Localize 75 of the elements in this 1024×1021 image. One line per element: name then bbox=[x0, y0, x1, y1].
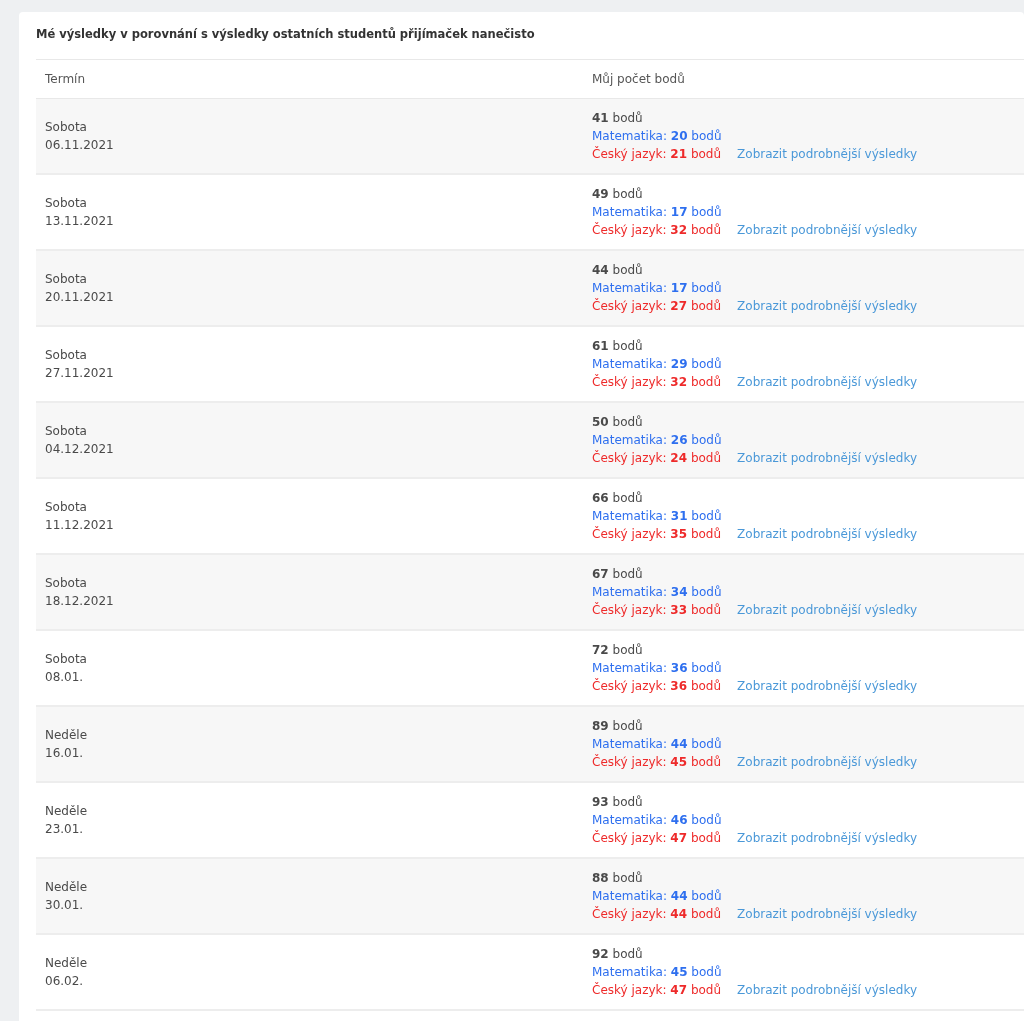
date-label: 13.11.2021 bbox=[45, 213, 115, 231]
details-link[interactable]: Zobrazit podrobnější výsledky bbox=[737, 449, 918, 468]
math-score: Matematika: 20 bodů bbox=[592, 128, 723, 146]
czech-score: Český jazyk: 45 bodů bbox=[592, 753, 722, 772]
math-score: Matematika: 44 bodů bbox=[592, 888, 723, 906]
math-score: Matematika: 17 bodů bbox=[592, 280, 723, 298]
day-label: Sobota bbox=[45, 651, 88, 669]
day-label: Sobota bbox=[45, 195, 88, 213]
date-label: 27.11.2021 bbox=[45, 365, 115, 383]
date-label: 08.01. bbox=[45, 669, 85, 687]
details-link[interactable]: Zobrazit podrobnější výsledky bbox=[737, 905, 918, 924]
day-label: Sobota bbox=[45, 499, 88, 517]
czech-score: Český jazyk: 32 bodů bbox=[592, 221, 722, 240]
czech-score: Český jazyk: 35 bodů bbox=[592, 525, 722, 544]
day-label: Sobota bbox=[45, 423, 88, 441]
day-label: Sobota bbox=[45, 119, 88, 137]
date-label: 11.12.2021 bbox=[45, 517, 115, 535]
math-score: Matematika: 45 bodů bbox=[592, 964, 723, 982]
date-label: 06.11.2021 bbox=[45, 137, 115, 155]
details-link[interactable]: Zobrazit podrobnější výsledky bbox=[737, 677, 918, 696]
total-points: 93 bodů bbox=[592, 794, 644, 812]
math-score: Matematika: 46 bodů bbox=[592, 812, 723, 830]
details-link[interactable]: Zobrazit podrobnější výsledky bbox=[737, 145, 918, 164]
card-title: Mé výsledky v porovnání s výsledky ostatních studentů přijímaček nanečisto bbox=[36, 26, 536, 43]
total-points: 41 bodů bbox=[592, 110, 644, 128]
day-label: Sobota bbox=[45, 271, 88, 289]
details-link[interactable]: Zobrazit podrobnější výsledky bbox=[737, 373, 918, 392]
total-points: 89 bodů bbox=[592, 718, 644, 736]
math-score: Matematika: 36 bodů bbox=[592, 660, 723, 678]
date-label: 04.12.2021 bbox=[45, 441, 115, 459]
math-score: Matematika: 17 bodů bbox=[592, 204, 723, 222]
total-points: 61 bodů bbox=[592, 338, 644, 356]
czech-score: Český jazyk: 44 bodů bbox=[592, 905, 722, 924]
total-points: 72 bodů bbox=[592, 642, 644, 660]
total-points: 50 bodů bbox=[592, 414, 644, 432]
date-label: 06.02. bbox=[45, 973, 85, 991]
total-points: 66 bodů bbox=[592, 490, 644, 508]
day-label: Sobota bbox=[45, 575, 88, 593]
czech-score: Český jazyk: 47 bodů bbox=[592, 829, 722, 848]
details-link[interactable]: Zobrazit podrobnější výsledky bbox=[737, 753, 918, 772]
total-points: 44 bodů bbox=[592, 262, 644, 280]
czech-score: Český jazyk: 33 bodů bbox=[592, 601, 722, 620]
date-label: 20.11.2021 bbox=[45, 289, 115, 307]
czech-score: Český jazyk: 32 bodů bbox=[592, 373, 722, 392]
math-score: Matematika: 29 bodů bbox=[592, 356, 723, 374]
total-points: 67 bodů bbox=[592, 566, 644, 584]
date-label: 16.01. bbox=[45, 745, 85, 763]
details-link[interactable]: Zobrazit podrobnější výsledky bbox=[737, 601, 918, 620]
math-score: Matematika: 31 bodů bbox=[592, 508, 723, 526]
day-label: Neděle bbox=[45, 879, 89, 897]
details-link[interactable]: Zobrazit podrobnější výsledky bbox=[737, 221, 918, 240]
total-points: 49 bodů bbox=[592, 186, 644, 204]
date-label: 30.01. bbox=[45, 897, 85, 915]
day-label: Neděle bbox=[45, 727, 89, 745]
day-label: Neděle bbox=[45, 955, 89, 973]
date-label: 18.12.2021 bbox=[45, 593, 115, 611]
day-label: Neděle bbox=[45, 803, 89, 821]
column-header: Můj počet bodů bbox=[583, 59, 1024, 99]
details-link[interactable]: Zobrazit podrobnější výsledky bbox=[737, 981, 918, 1000]
czech-score: Český jazyk: 24 bodů bbox=[592, 449, 722, 468]
details-link[interactable]: Zobrazit podrobnější výsledky bbox=[737, 297, 918, 316]
day-label: Sobota bbox=[45, 347, 88, 365]
czech-score: Český jazyk: 47 bodů bbox=[592, 981, 722, 1000]
details-link[interactable]: Zobrazit podrobnější výsledky bbox=[737, 829, 918, 848]
math-score: Matematika: 44 bodů bbox=[592, 736, 723, 754]
column-header: Termín bbox=[36, 59, 583, 99]
czech-score: Český jazyk: 21 bodů bbox=[592, 145, 722, 164]
date-label: 23.01. bbox=[45, 821, 85, 839]
math-score: Matematika: 26 bodů bbox=[592, 432, 723, 450]
czech-score: Český jazyk: 27 bodů bbox=[592, 297, 722, 316]
math-score: Matematika: 34 bodů bbox=[592, 584, 723, 602]
details-link[interactable]: Zobrazit podrobnější výsledky bbox=[737, 525, 918, 544]
czech-score: Český jazyk: 36 bodů bbox=[592, 677, 722, 696]
total-points: 88 bodů bbox=[592, 870, 644, 888]
total-points: 92 bodů bbox=[592, 946, 644, 964]
